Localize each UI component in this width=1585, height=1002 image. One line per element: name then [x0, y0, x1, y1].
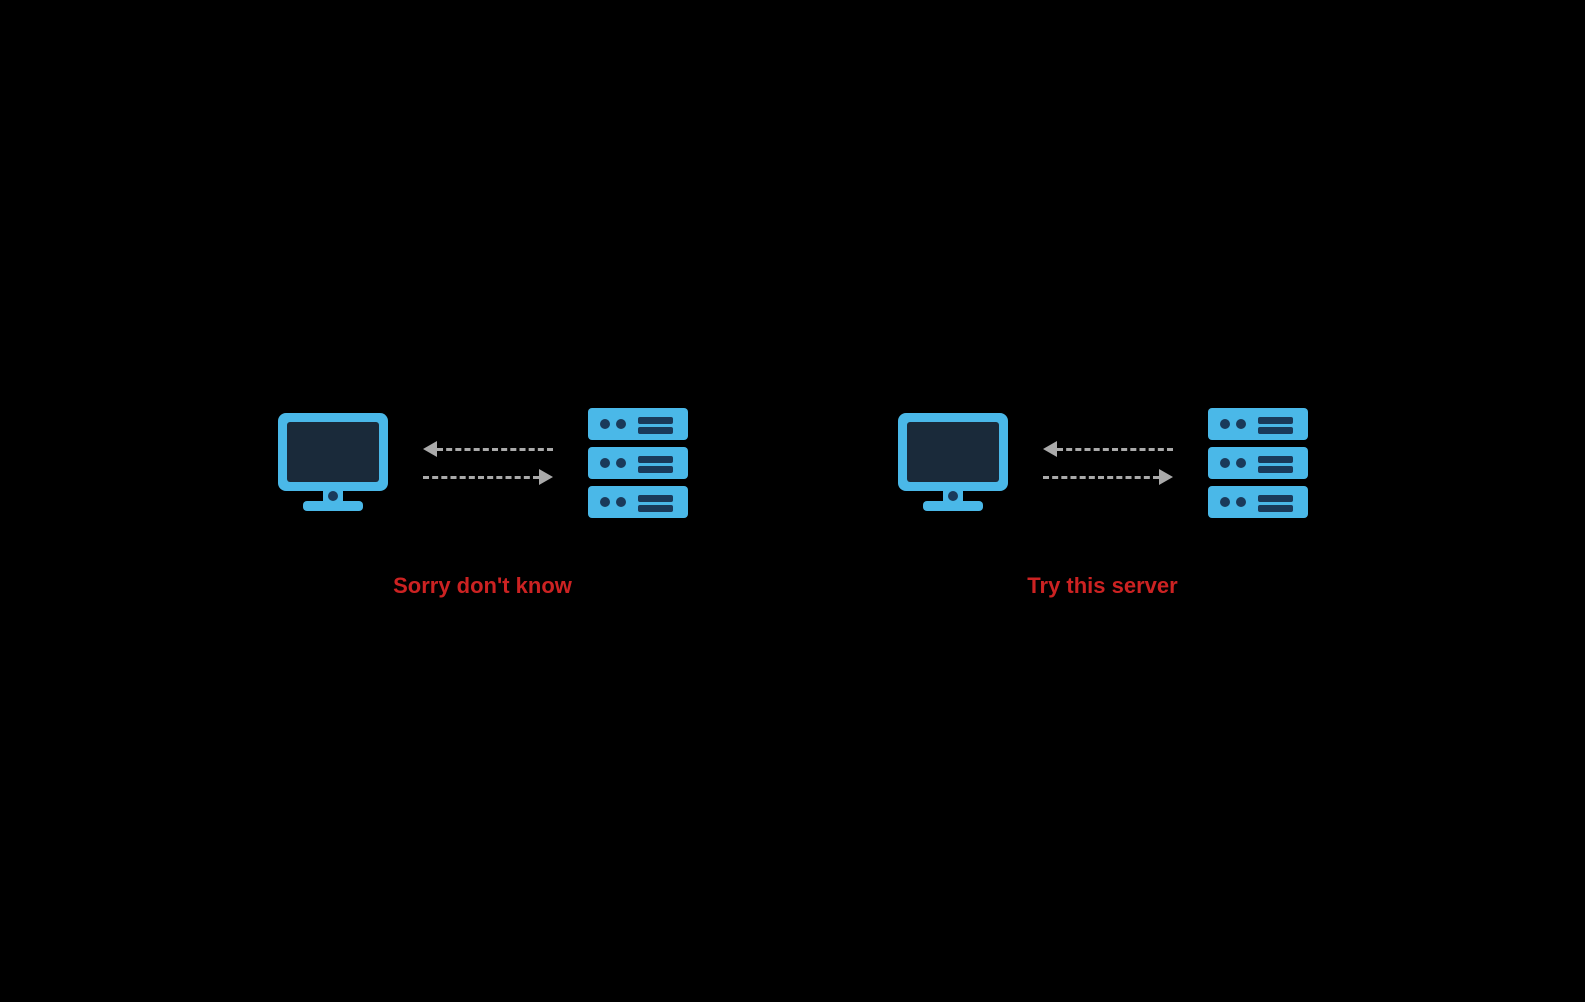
server-icon-1 — [583, 403, 693, 523]
diagram-icons-2 — [893, 403, 1313, 523]
arrow-left-2 — [1043, 441, 1173, 457]
monitor-icon-1 — [273, 408, 393, 518]
diagram-tryserver: Try this server — [893, 403, 1313, 599]
arrowhead-left-icon-1 — [423, 441, 437, 457]
diagram-2-label: Try this server — [1027, 573, 1177, 599]
monitor-icon-2 — [893, 408, 1013, 518]
dashed-line-right-2 — [1043, 476, 1159, 479]
arrows-2 — [1043, 441, 1173, 485]
diagram-sorry: Sorry don't know — [273, 403, 693, 599]
server-icon-2 — [1203, 403, 1313, 523]
dashed-line-left-1 — [437, 448, 553, 451]
diagram-icons-1 — [273, 403, 693, 523]
arrow-left-1 — [423, 441, 553, 457]
arrows-1 — [423, 441, 553, 485]
dashed-line-left-2 — [1057, 448, 1173, 451]
arrow-right-1 — [423, 469, 553, 485]
arrowhead-left-icon-2 — [1043, 441, 1057, 457]
dashed-line-right-1 — [423, 476, 539, 479]
arrowhead-right-icon-2 — [1159, 469, 1173, 485]
main-container: Sorry don't know — [0, 0, 1585, 1002]
diagram-1-label: Sorry don't know — [393, 573, 572, 599]
arrow-right-2 — [1043, 469, 1173, 485]
arrowhead-right-icon-1 — [539, 469, 553, 485]
